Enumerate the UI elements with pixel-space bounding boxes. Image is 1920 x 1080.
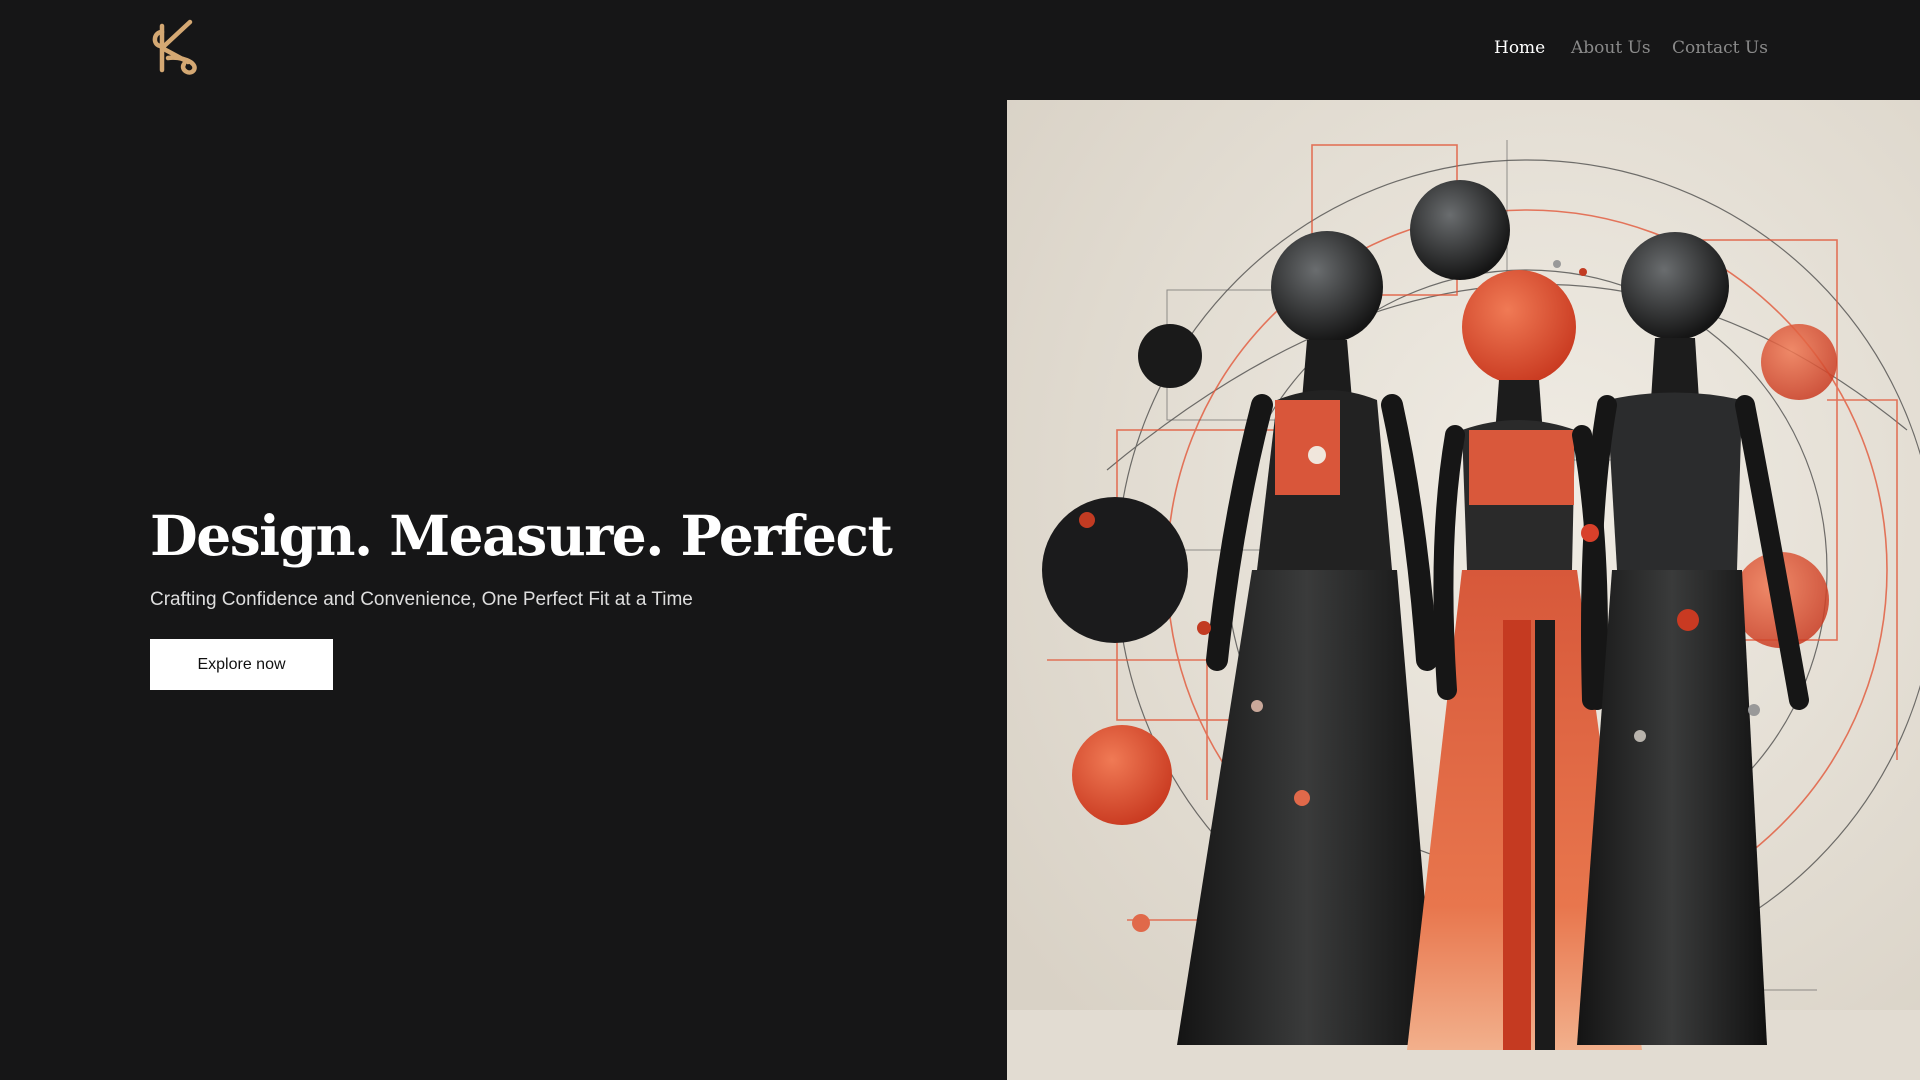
main-nav: Home About Us Contact Us (0, 38, 1920, 62)
hero-mannequin-image (1007, 100, 1920, 1080)
nav-contact-link[interactable]: Contact Us (1672, 38, 1768, 58)
nav-about-link[interactable]: About Us (1571, 38, 1651, 58)
nav-home-link[interactable]: Home (1494, 38, 1545, 58)
page: Home About Us Contact Us Design. Measure… (0, 0, 1920, 1080)
hero-subtitle: Crafting Confidence and Convenience, One… (150, 589, 693, 610)
explore-now-button[interactable]: Explore now (150, 639, 333, 690)
hero-title: Design. Measure. Perfect (150, 503, 893, 568)
